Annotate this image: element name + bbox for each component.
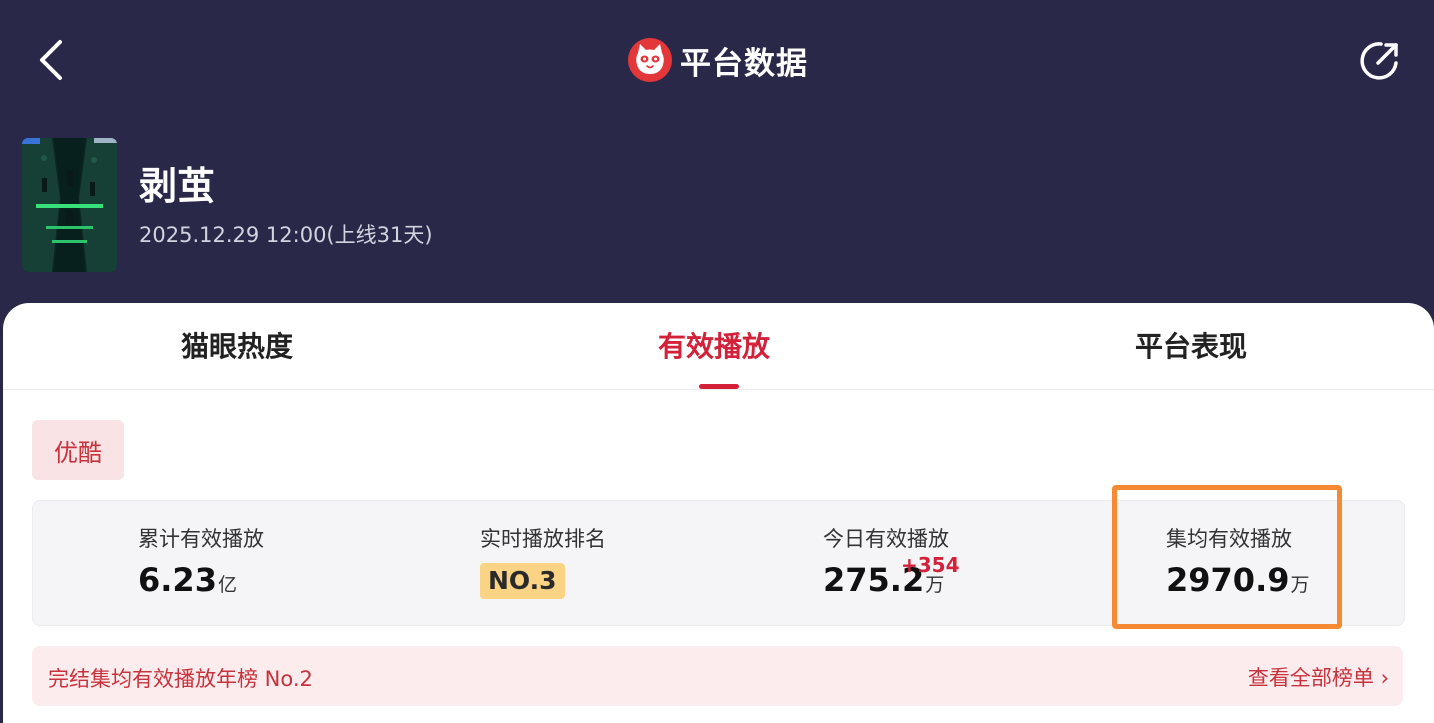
view-all-rankings-link[interactable]: 查看全部榜单 › xyxy=(1248,662,1389,692)
movie-poster[interactable] xyxy=(22,138,117,272)
tab-effective-play[interactable]: 有效播放 xyxy=(658,325,770,365)
stat-total-value: 6.23亿 xyxy=(138,561,237,599)
active-tab-indicator xyxy=(699,384,739,389)
ranking-text: 完结集均有效播放年榜 No.2 xyxy=(48,667,313,691)
tab-platform-performance[interactable]: 平台表现 xyxy=(1135,325,1247,365)
maoyan-cat-logo xyxy=(628,38,672,82)
stat-total-number: 6.23 xyxy=(138,561,217,599)
poster-image xyxy=(22,138,117,272)
stat-rank-label: 实时播放排名 xyxy=(480,527,606,551)
stat-today-label: 今日有效播放 xyxy=(823,527,949,551)
tab-maoyan-heat[interactable]: 猫眼热度 xyxy=(181,325,293,365)
share-button[interactable] xyxy=(1356,36,1406,86)
top-bar: 平台数据 xyxy=(0,0,1434,120)
rank-badge: NO.3 xyxy=(480,563,565,599)
page-title: 平台数据 xyxy=(680,45,808,82)
movie-title: 剥茧 xyxy=(139,164,216,208)
platform-tag-youku[interactable]: 优酷 xyxy=(32,420,124,480)
release-info: 2025.12.29 12:00(上线31天) xyxy=(139,223,433,247)
data-panel: 猫眼热度 有效播放 平台表现 优酷 累计有效播放 6.23亿 实时播放排名 NO… xyxy=(3,303,1434,723)
header-title-group: 平台数据 xyxy=(628,36,808,84)
stat-today-delta: +354 xyxy=(901,553,960,577)
back-button[interactable] xyxy=(28,32,76,88)
chevron-left-icon xyxy=(40,40,62,80)
stat-total-label: 累计有效播放 xyxy=(138,527,264,551)
stat-today-unit: 万 xyxy=(925,574,945,596)
highlight-annotation xyxy=(1112,485,1342,629)
ranking-bar[interactable]: 完结集均有效播放年榜 No.2 查看全部榜单 › xyxy=(32,646,1403,706)
tab-bar: 猫眼热度 有效播放 平台表现 xyxy=(3,303,1434,390)
share-icon xyxy=(1360,42,1398,80)
stat-total-unit: 亿 xyxy=(217,574,237,596)
